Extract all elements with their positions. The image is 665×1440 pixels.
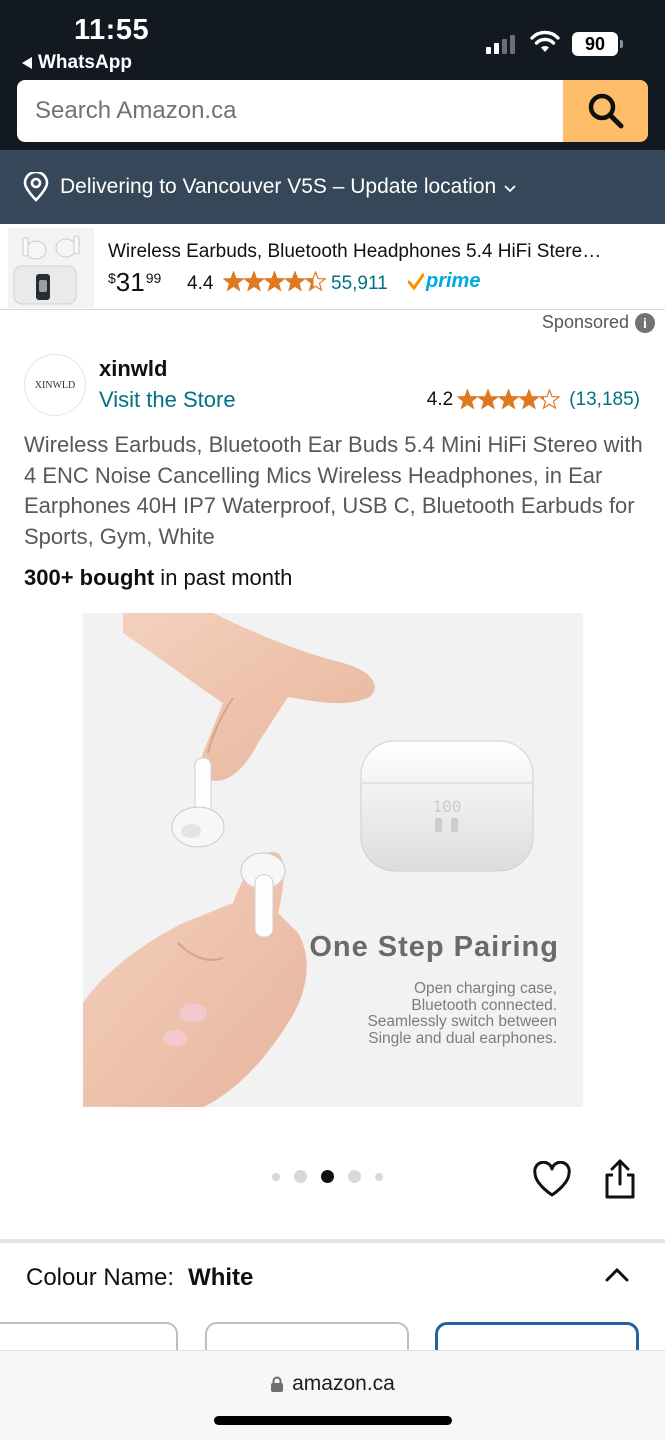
prime-badge: prime [408, 270, 480, 293]
brand-rating-value: 4.2 [426, 389, 454, 410]
delivery-location-bar[interactable]: Delivering to Vancouver V5S – Update loc… [0, 150, 665, 224]
carousel-dot[interactable] [375, 1172, 383, 1181]
visit-store-link[interactable]: Visit the Store [99, 387, 236, 413]
svg-text:100: 100 [433, 797, 462, 816]
back-arrow-icon [22, 57, 32, 69]
image-subtext: Open charging case, Bluetooth connected.… [367, 980, 557, 1047]
chevron-down-icon [504, 185, 516, 193]
product-image[interactable]: 100 One Step Pairing Open charging case,… [83, 613, 583, 1107]
product-title[interactable]: Wireless Earbuds, Bluetooth Ear Buds 5.4… [24, 430, 644, 552]
chevron-up-icon[interactable] [603, 1266, 631, 1284]
image-carousel-indicator[interactable] [272, 1170, 383, 1183]
search-icon [588, 93, 623, 129]
url-bar[interactable]: amazon.ca [0, 1372, 665, 1396]
brand-review-count: (13,185) [569, 389, 640, 410]
star-mark [538, 389, 561, 410]
heart-icon[interactable] [532, 1161, 572, 1199]
delivery-location-text: Delivering to Vancouver V5S – Update loc… [60, 175, 497, 198]
back-to-app-button[interactable]: WhatsApp [22, 52, 132, 74]
search-button[interactable] [563, 80, 648, 142]
bought-in-past-month: 300+ bought in past month [24, 565, 292, 591]
carousel-dot[interactable] [348, 1170, 361, 1183]
lock-icon [271, 1376, 284, 1392]
search-input[interactable] [17, 80, 563, 142]
colour-label: Colour Name: [26, 1264, 175, 1291]
sticky-rating-value: 4.4 [187, 273, 214, 294]
sponsored-label[interactable]: Sponsored i [542, 312, 655, 333]
prime-check-icon [408, 273, 424, 290]
image-subtext-line: Bluetooth connected. [411, 996, 557, 1014]
star-mark [242, 271, 266, 292]
status-bar: 11:55 WhatsApp 90 [0, 0, 665, 80]
star-mark [304, 271, 327, 292]
wifi-icon [530, 30, 560, 52]
location-pin-icon [23, 172, 49, 202]
image-subtext-line: Single and dual earphones. [368, 1029, 557, 1047]
colour-name-row: Colour Name: White [26, 1264, 253, 1292]
star-rating-icon [223, 271, 327, 292]
sticky-review-count[interactable]: 55,911 [331, 273, 388, 295]
carousel-dot[interactable] [294, 1170, 307, 1183]
home-indicator[interactable] [214, 1416, 452, 1425]
price-whole: 31 [115, 267, 145, 297]
url-text: amazon.ca [292, 1372, 395, 1395]
status-time: 11:55 [74, 14, 150, 46]
star-mark [497, 389, 520, 410]
carousel-dot[interactable] [272, 1172, 280, 1181]
brand-rating[interactable]: 4.2 (13,185) [427, 389, 640, 411]
star-mark [477, 389, 500, 410]
prime-label: prime [426, 270, 481, 292]
star-mark [223, 271, 245, 292]
section-divider [0, 1239, 665, 1243]
battery-icon: 90 [572, 32, 623, 56]
colour-value: White [188, 1264, 254, 1291]
sticky-product-price: $ 31 99 [108, 268, 161, 296]
bought-count: 300+ bought [24, 565, 155, 590]
share-icon[interactable] [603, 1158, 637, 1200]
star-rating-icon [457, 389, 561, 410]
sticky-product-title: Wireless Earbuds, Bluetooth Headphones 5… [108, 241, 602, 262]
sponsored-text: Sponsored [541, 312, 629, 332]
product-thumbnail [8, 228, 94, 308]
cellular-signal-icon [486, 34, 515, 54]
price-fraction: 99 [145, 270, 162, 286]
image-subtext-line: Open charging case, [413, 980, 557, 997]
star-mark [457, 389, 479, 410]
image-headline: One Step Pairing [309, 931, 559, 963]
star-mark [263, 271, 286, 292]
brand-logo[interactable]: XINWLD [24, 354, 86, 416]
star-mark [283, 271, 307, 292]
image-subtext-line: Seamlessly switch between [367, 1013, 557, 1030]
back-app-label: WhatsApp [38, 52, 132, 73]
price-symbol: $ [108, 270, 116, 286]
bought-suffix: in past month [154, 565, 293, 590]
star-mark [518, 389, 541, 410]
carousel-dot-active[interactable] [321, 1170, 334, 1183]
brand-name: xinwld [99, 356, 168, 381]
sticky-product-summary[interactable]: Wireless Earbuds, Bluetooth Headphones 5… [0, 224, 665, 310]
info-icon: i [635, 312, 655, 333]
